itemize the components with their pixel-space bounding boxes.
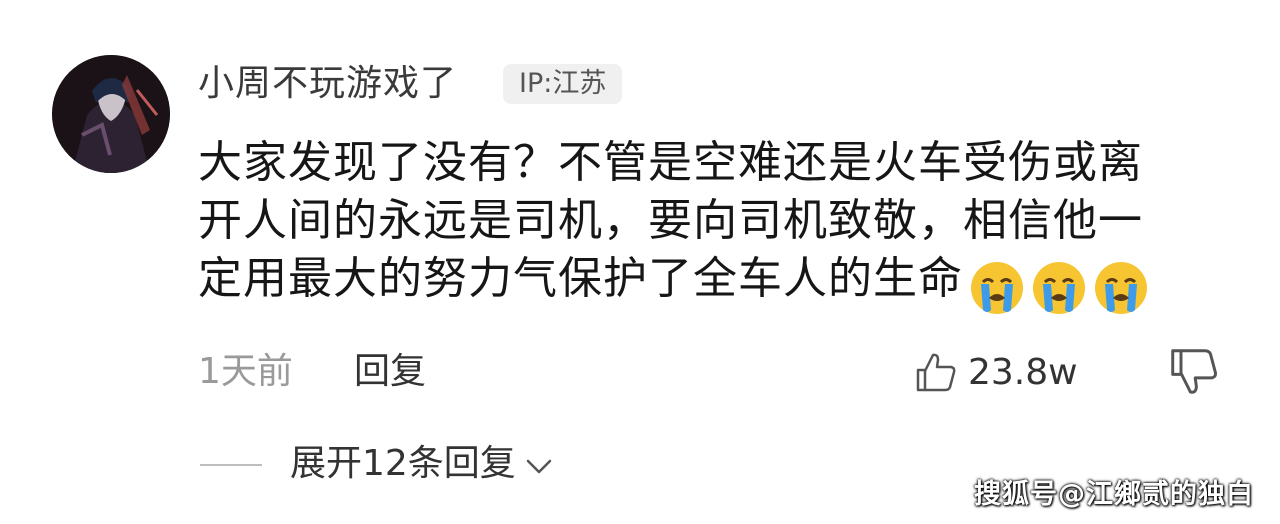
- comment-author[interactable]: 小周不玩游戏了: [198, 62, 457, 106]
- crying-emoji-icon: [1095, 262, 1147, 314]
- expand-replies-button[interactable]: 展开12条回复: [290, 442, 556, 486]
- watermark: 搜狐号@江鄉贰的独白: [974, 479, 1254, 510]
- divider-line: [200, 464, 262, 466]
- like-count: 23.8w: [968, 351, 1078, 393]
- comment-line: 定用最大的努力气保护了全车人的生命: [198, 253, 963, 304]
- comment-text: 大家发现了没有？不管是空难还是火车受伤或离 开人间的永远是司机，要向司机致敬，相…: [198, 134, 1238, 318]
- crying-emoji-icon: [1033, 262, 1085, 314]
- comment-line: 大家发现了没有？不管是空难还是火车受伤或离: [198, 137, 1143, 188]
- ip-location-tag: IP:江苏: [503, 64, 623, 104]
- comment-time: 1天前: [198, 351, 293, 392]
- avatar-image: [52, 55, 170, 173]
- emoji-group: [963, 260, 1149, 318]
- crying-emoji-icon: [971, 262, 1023, 314]
- thumbs-up-icon: [916, 353, 956, 392]
- comment-line: 开人间的永远是司机，要向司机致敬，相信他一: [198, 195, 1143, 246]
- chevron-down-icon: [526, 459, 552, 474]
- expand-replies-label: 展开12条回复: [290, 443, 516, 484]
- thumbs-down-icon[interactable]: [1168, 346, 1220, 398]
- like-button[interactable]: 23.8w: [914, 346, 1078, 398]
- avatar[interactable]: [52, 55, 170, 173]
- reply-button[interactable]: 回复: [354, 350, 426, 394]
